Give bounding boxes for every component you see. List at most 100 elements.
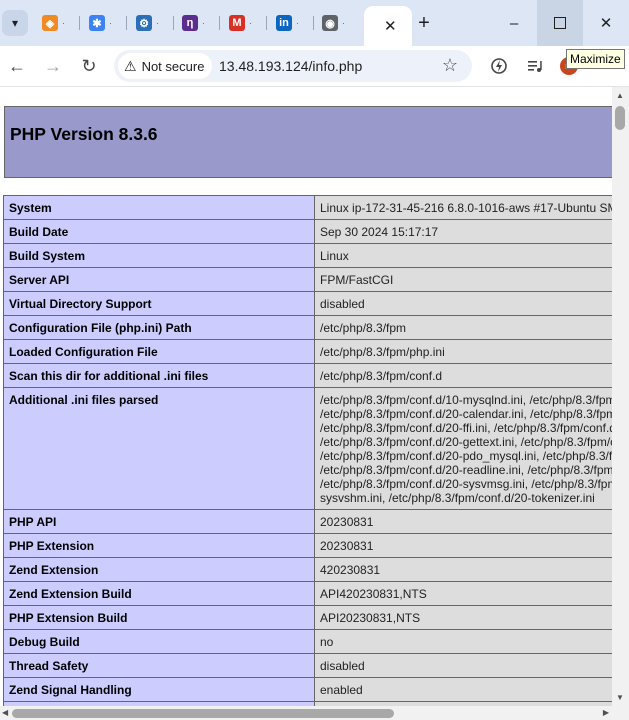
horizontal-scroll-thumb[interactable] xyxy=(12,709,394,718)
row-value: /etc/php/8.3/fpm/conf.d xyxy=(314,363,612,388)
tab-separator xyxy=(219,16,220,30)
new-tab-button[interactable]: + xyxy=(411,11,437,35)
horizontal-scrollbar[interactable]: ◀ ▶ xyxy=(0,706,612,720)
row-value: disabled xyxy=(314,653,612,678)
row-value: Sep 30 2024 15:17:17 xyxy=(314,219,612,244)
table-row: Scan this dir for additional .ini files /… xyxy=(3,363,612,388)
table-row: Debug Build no xyxy=(3,629,612,654)
chevron-down-icon: ▾ xyxy=(11,16,19,30)
php-info-table: System Linux ip-172-31-45-216 6.8.0-1016-… xyxy=(3,195,612,706)
tab-title-fade: · xyxy=(62,18,65,28)
forward-button[interactable]: → xyxy=(39,52,67,80)
scroll-up-arrow-icon[interactable]: ▲ xyxy=(616,91,624,100)
maximize-icon xyxy=(554,17,566,29)
value-line: API20230831,NTS xyxy=(320,611,421,625)
row-key: PHP API xyxy=(3,509,315,534)
vertical-scroll-thumb[interactable] xyxy=(615,106,625,130)
value-line: Linux ip-172-31-45-216 6.8.0-1016-aws #1… xyxy=(320,201,612,215)
browser-tab[interactable]: M · xyxy=(221,8,267,38)
performance-icon[interactable] xyxy=(487,54,511,78)
value-line: Sep 30 2024 15:17:17 xyxy=(320,225,439,239)
row-value: 420230831 xyxy=(314,557,612,582)
value-line: no xyxy=(320,635,334,649)
row-key: System xyxy=(3,195,315,220)
value-line: /etc/php/8.3/fpm/conf.d/20-pdo_mysql.ini… xyxy=(320,449,612,463)
table-row: Server API FPM/FastCGI xyxy=(3,267,612,292)
reload-button[interactable]: ↻ xyxy=(75,52,103,80)
page-viewport: PHP Version 8.3.6 System Linux ip-172-31-… xyxy=(0,87,612,706)
tab-title-fade: · xyxy=(202,18,205,28)
row-key: Additional .ini files parsed xyxy=(3,387,315,510)
value-line: 20230831 xyxy=(320,539,374,553)
table-row: Zend Signal Handling enabled xyxy=(3,677,612,702)
minimize-icon: – xyxy=(509,14,519,32)
value-line: disabled xyxy=(320,659,365,673)
scroll-left-arrow-icon[interactable]: ◀ xyxy=(2,708,8,717)
scroll-down-arrow-icon[interactable]: ▼ xyxy=(616,693,624,702)
gmail-icon: M xyxy=(229,15,245,31)
browser-tab[interactable]: ◈ · xyxy=(34,8,80,38)
tab-title-fade: · xyxy=(342,18,345,28)
row-key: Server API xyxy=(3,267,315,292)
row-value: FPM/FastCGI xyxy=(314,267,612,292)
browser-toolbar: ← → ↻ ⚠ Not secure 13.48.193.124/info.ph… xyxy=(0,46,629,86)
value-line: /etc/php/8.3/fpm/conf.d/20-gettext.ini, … xyxy=(320,435,612,449)
scroll-right-arrow-icon[interactable]: ▶ xyxy=(603,708,609,717)
warning-triangle-icon: ⚠ xyxy=(124,57,137,74)
address-bar[interactable]: ⚠ Not secure 13.48.193.124/info.php ☆ xyxy=(114,50,472,82)
table-row: PHP API 20230831 xyxy=(3,509,612,534)
table-row: Additional .ini files parsed/etc/php/8.3… xyxy=(3,387,612,510)
forward-arrow-icon: → xyxy=(44,55,62,76)
value-line: FPM/FastCGI xyxy=(320,273,394,287)
value-line: /etc/php/8.3/fpm/php.ini xyxy=(320,345,445,359)
tab-search-dropdown[interactable]: ▾ xyxy=(2,10,28,36)
row-value: API20230831,NTS xyxy=(314,605,612,630)
browser-tab[interactable]: ◉ · xyxy=(314,8,360,38)
value-line: /etc/php/8.3/fpm/conf.d/10-mysqlnd.ini, … xyxy=(320,393,612,407)
tab-active[interactable]: ✕ xyxy=(364,6,412,46)
value-line: disabled xyxy=(320,297,365,311)
table-row: Zend Extension 420230831 xyxy=(3,557,612,582)
close-window-button[interactable]: ✕ xyxy=(583,0,629,46)
value-line: /etc/php/8.3/fpm xyxy=(320,321,407,335)
close-tab-icon[interactable]: ✕ xyxy=(384,17,397,35)
browser-tab[interactable]: ✱ · xyxy=(81,8,127,38)
row-key: Zend Extension Build xyxy=(3,581,315,606)
linkedin-icon: in xyxy=(276,15,292,31)
tab-title-fade: · xyxy=(249,18,252,28)
media-controls-icon[interactable] xyxy=(523,54,547,78)
table-row: Build System Linux xyxy=(3,243,612,268)
bookmark-star-icon[interactable]: ☆ xyxy=(442,55,458,76)
table-row: Thread Safety disabled xyxy=(3,653,612,678)
browser-tab[interactable]: in · xyxy=(268,8,314,38)
row-key: Virtual Directory Support xyxy=(3,291,315,316)
value-line: 420230831 xyxy=(320,563,381,577)
back-arrow-icon: ← xyxy=(8,55,26,76)
value-line: 20230831 xyxy=(320,515,374,529)
value-line: /etc/php/8.3/fpm/conf.d/20-readline.ini,… xyxy=(320,463,612,477)
maximize-button[interactable] xyxy=(537,0,583,46)
minimize-button[interactable]: – xyxy=(491,0,537,46)
security-indicator[interactable]: ⚠ Not secure xyxy=(118,53,213,79)
row-key: Build Date xyxy=(3,219,315,244)
tab-separator xyxy=(79,16,80,30)
eta-icon: η xyxy=(182,15,198,31)
value-line: /etc/php/8.3/fpm/conf.d/20-sysvmsg.ini, … xyxy=(320,477,612,491)
url-text[interactable]: 13.48.193.124/info.php xyxy=(219,58,362,74)
table-row: Configuration File (php.ini) Path/etc/ph… xyxy=(3,315,612,340)
browser-tab[interactable]: η · xyxy=(174,8,220,38)
row-value: 20230831 xyxy=(314,533,612,558)
table-row: Loaded Configuration File/etc/php/8.3/fp… xyxy=(3,339,612,364)
back-button[interactable]: ← xyxy=(3,52,31,80)
close-icon: ✕ xyxy=(599,15,613,32)
vertical-scrollbar[interactable]: ▲ ▼ xyxy=(612,87,629,706)
multicolor-app-icon: ✱ xyxy=(89,15,105,31)
row-key: Thread Safety xyxy=(3,653,315,678)
row-key: Zend Extension xyxy=(3,557,315,582)
value-line: /etc/php/8.3/fpm/conf.d/20-calendar.ini,… xyxy=(320,407,612,421)
value-line: /etc/php/8.3/fpm/conf.d/20-ffi.ini, /etc… xyxy=(320,421,612,435)
browser-tab[interactable]: ⚙ · xyxy=(128,8,174,38)
reload-icon: ↻ xyxy=(81,55,97,76)
scrollbar-corner xyxy=(612,706,629,720)
value-line: Linux xyxy=(320,249,349,263)
